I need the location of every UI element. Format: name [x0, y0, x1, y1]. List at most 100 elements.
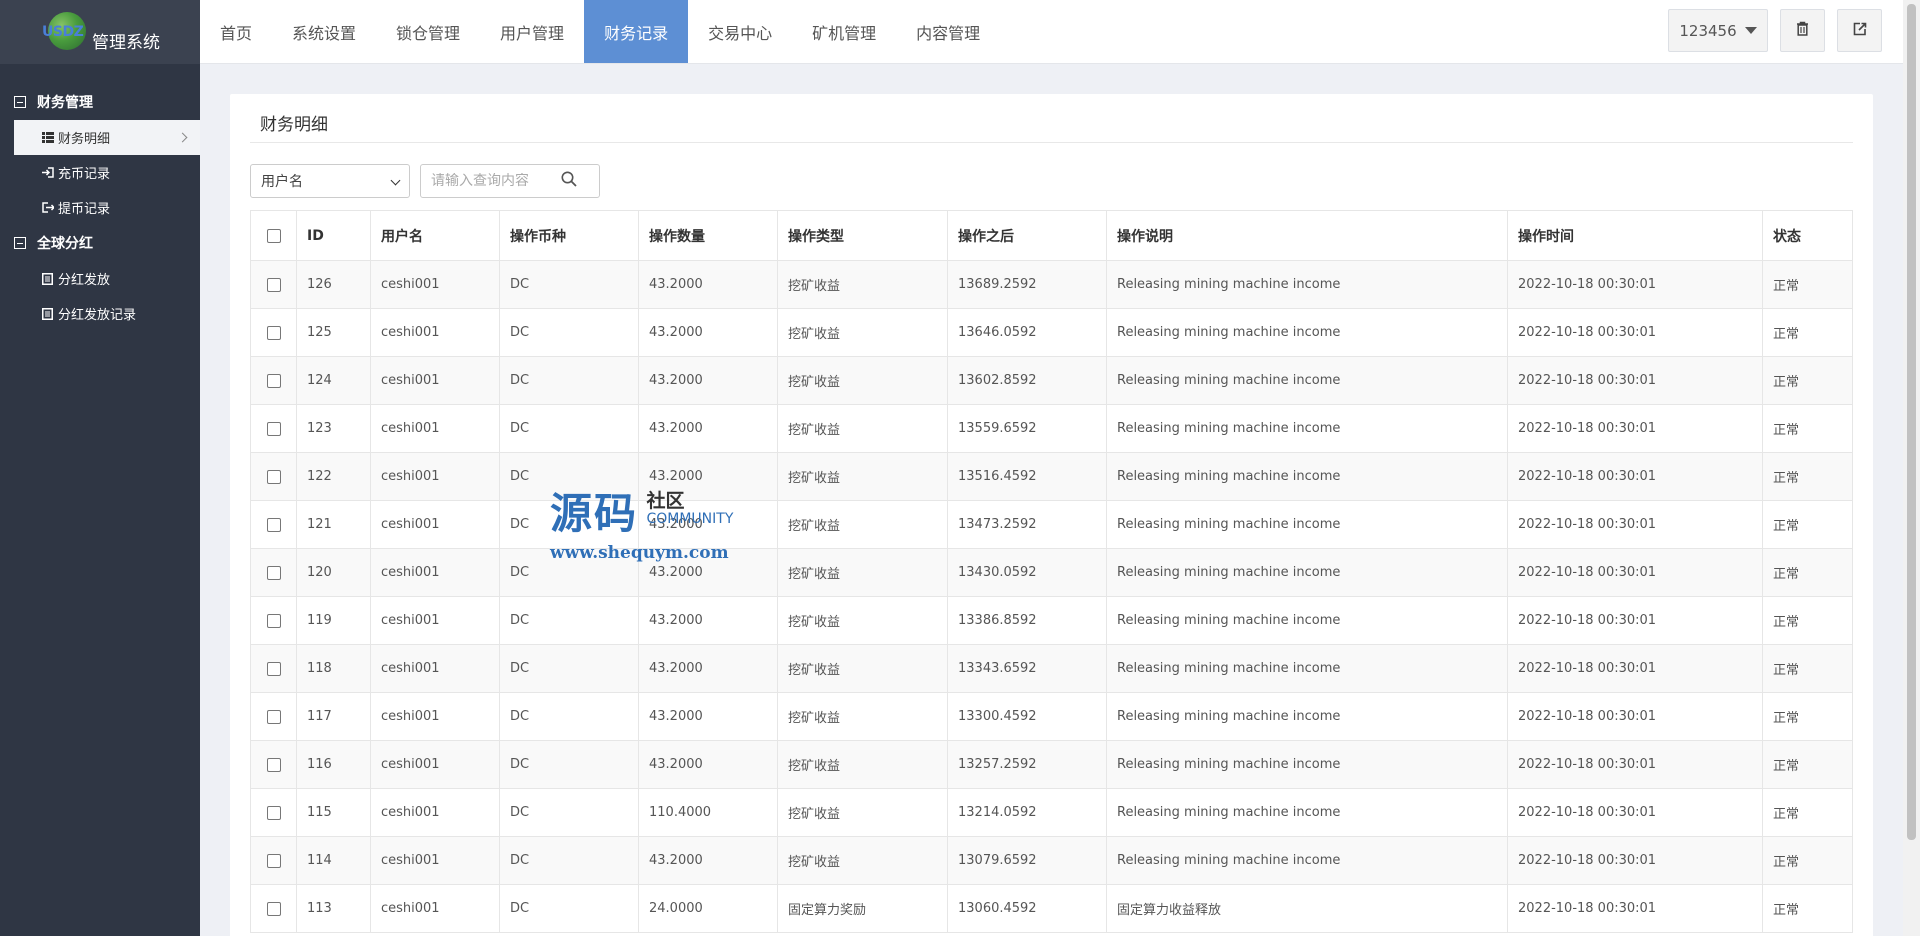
row-checkbox[interactable] [266, 373, 281, 388]
cell-time: 2022-10-18 00:30:01 [1507, 452, 1763, 501]
sidebar-group-finance[interactable]: 财务管理 [0, 84, 200, 120]
table-row[interactable]: 117 ceshi001 DC 43.2000 挖矿收益 13300.4592 Releas… [250, 692, 1853, 741]
col-header-time[interactable]: 操作时间 [1507, 210, 1763, 261]
cell-description: Releasing mining machine income [1106, 356, 1508, 405]
table-row[interactable]: 124 ceshi001 DC 43.2000 挖矿收益 13602.8592 Releas… [250, 356, 1853, 405]
cell-username: ceshi001 [370, 692, 500, 741]
table-row[interactable]: 113 ceshi001 DC 24.0000 固定算力奖励 13060.4592 固定算力… [250, 884, 1853, 933]
row-checkbox[interactable] [266, 805, 281, 820]
clear-cache-button[interactable] [1780, 9, 1825, 52]
logo[interactable]: USDZ 管理系统 [0, 0, 200, 64]
table-row[interactable]: 125 ceshi001 DC 43.2000 挖矿收益 13646.0592 Releas… [250, 308, 1853, 357]
cell-balance-after: 13214.0592 [947, 788, 1107, 837]
row-checkbox[interactable] [266, 325, 281, 340]
page-scrollbar[interactable] [1903, 0, 1920, 936]
cell-time: 2022-10-18 00:30:01 [1507, 692, 1763, 741]
row-checkbox[interactable] [266, 517, 281, 532]
cell-type: 挖矿收益 [777, 740, 948, 789]
table-row[interactable]: 115 ceshi001 DC 110.4000 挖矿收益 13214.0592 Relea… [250, 788, 1853, 837]
cell-username: ceshi001 [370, 644, 500, 693]
cell-time: 2022-10-18 00:30:01 [1507, 548, 1763, 597]
tab-system-settings[interactable]: 系统设置 [272, 0, 376, 63]
row-checkbox[interactable] [266, 901, 281, 916]
sidebar-item-dividend-issue[interactable]: 分红发放 [0, 261, 200, 296]
col-header-id[interactable]: ID [296, 210, 371, 261]
cell-username: ceshi001 [370, 452, 500, 501]
cell-currency: DC [499, 356, 639, 405]
cell-time: 2022-10-18 00:30:01 [1507, 308, 1763, 357]
search-icon[interactable] [561, 171, 577, 191]
cell-description: Releasing mining machine income [1106, 644, 1508, 693]
finance-table: ID 用户名 操作币种 操作数量 操作类型 操作之后 操作说明 操作时间 状态 … [250, 210, 1853, 933]
sidebar-item-finance-detail[interactable]: 财务明细 [14, 120, 200, 155]
tab-finance-records[interactable]: 财务记录 [584, 0, 689, 63]
cell-amount: 43.2000 [638, 500, 778, 549]
sidebar-item-deposit-records[interactable]: 充币记录 [0, 155, 200, 190]
cell-balance-after: 13343.6592 [947, 644, 1107, 693]
table-body: 126 ceshi001 DC 43.2000 挖矿收益 13689.2592 Releas… [250, 260, 1853, 933]
tab-miner-management[interactable]: 矿机管理 [792, 0, 896, 63]
table-row[interactable]: 121 ceshi001 DC 43.2000 挖矿收益 13473.2592 Releas… [250, 500, 1853, 549]
sidebar-item-withdraw-records[interactable]: 提币记录 [0, 190, 200, 225]
row-checkbox[interactable] [266, 613, 281, 628]
app-title: 管理系统 [92, 32, 160, 53]
col-header-balance-after[interactable]: 操作之后 [947, 210, 1107, 261]
cell-id: 114 [296, 836, 371, 885]
col-header-description[interactable]: 操作说明 [1106, 210, 1508, 261]
tab-user-management[interactable]: 用户管理 [480, 0, 584, 63]
search-input[interactable] [431, 173, 561, 189]
row-checkbox[interactable] [266, 565, 281, 580]
cell-time: 2022-10-18 00:30:01 [1507, 260, 1763, 309]
cell-status: 正常 [1762, 644, 1853, 693]
logout-button[interactable] [1837, 9, 1882, 52]
row-checkbox[interactable] [266, 277, 281, 292]
cell-description: 固定算力收益释放 [1106, 884, 1508, 933]
cell-amount: 43.2000 [638, 356, 778, 405]
cell-type: 挖矿收益 [777, 548, 948, 597]
table-row[interactable]: 119 ceshi001 DC 43.2000 挖矿收益 13386.8592 Releas… [250, 596, 1853, 645]
user-dropdown-button[interactable]: 123456 [1668, 9, 1768, 52]
row-checkbox[interactable] [266, 709, 281, 724]
tab-home[interactable]: 首页 [200, 0, 272, 63]
tab-content-management[interactable]: 内容管理 [896, 0, 1000, 63]
table-row[interactable]: 116 ceshi001 DC 43.2000 挖矿收益 13257.2592 Releas… [250, 740, 1853, 789]
row-checkbox[interactable] [266, 853, 281, 868]
col-header-amount[interactable]: 操作数量 [638, 210, 778, 261]
sidebar-group-dividend[interactable]: 全球分红 [0, 225, 200, 261]
cell-type: 挖矿收益 [777, 788, 948, 837]
tab-lock-management[interactable]: 锁仓管理 [376, 0, 480, 63]
col-header-status[interactable]: 状态 [1762, 210, 1853, 261]
select-all-checkbox[interactable] [266, 228, 281, 243]
cell-username: ceshi001 [370, 596, 500, 645]
cell-description: Releasing mining machine income [1106, 740, 1508, 789]
tab-trade-center[interactable]: 交易中心 [688, 0, 792, 63]
cell-currency: DC [499, 500, 639, 549]
cell-description: Releasing mining machine income [1106, 836, 1508, 885]
scrollbar-thumb[interactable] [1907, 4, 1916, 840]
cell-type: 挖矿收益 [777, 500, 948, 549]
cell-type: 挖矿收益 [777, 404, 948, 453]
table-row[interactable]: 122 ceshi001 DC 43.2000 挖矿收益 13516.4592 Releas… [250, 452, 1853, 501]
col-header-currency[interactable]: 操作币种 [499, 210, 639, 261]
cell-id: 118 [296, 644, 371, 693]
table-row[interactable]: 126 ceshi001 DC 43.2000 挖矿收益 13689.2592 Releas… [250, 260, 1853, 309]
field-select[interactable]: 用户名 [250, 164, 410, 198]
cell-type: 挖矿收益 [777, 596, 948, 645]
cell-balance-after: 13386.8592 [947, 596, 1107, 645]
sidebar-item-dividend-records[interactable]: 分红发放记录 [0, 296, 200, 331]
row-checkbox[interactable] [266, 757, 281, 772]
table-row[interactable]: 123 ceshi001 DC 43.2000 挖矿收益 13559.6592 Releas… [250, 404, 1853, 453]
row-checkbox-cell [250, 644, 297, 693]
username: 123456 [1679, 21, 1737, 40]
cell-balance-after: 13602.8592 [947, 356, 1107, 405]
table-row[interactable]: 118 ceshi001 DC 43.2000 挖矿收益 13343.6592 Releas… [250, 644, 1853, 693]
col-header-type[interactable]: 操作类型 [777, 210, 948, 261]
row-checkbox[interactable] [266, 469, 281, 484]
row-checkbox[interactable] [266, 661, 281, 676]
list-icon [41, 132, 54, 143]
row-checkbox[interactable] [266, 421, 281, 436]
cell-balance-after: 13257.2592 [947, 740, 1107, 789]
table-row[interactable]: 114 ceshi001 DC 43.2000 挖矿收益 13079.6592 Releas… [250, 836, 1853, 885]
table-row[interactable]: 120 ceshi001 DC 43.2000 挖矿收益 13430.0592 Releas… [250, 548, 1853, 597]
col-header-username[interactable]: 用户名 [370, 210, 500, 261]
